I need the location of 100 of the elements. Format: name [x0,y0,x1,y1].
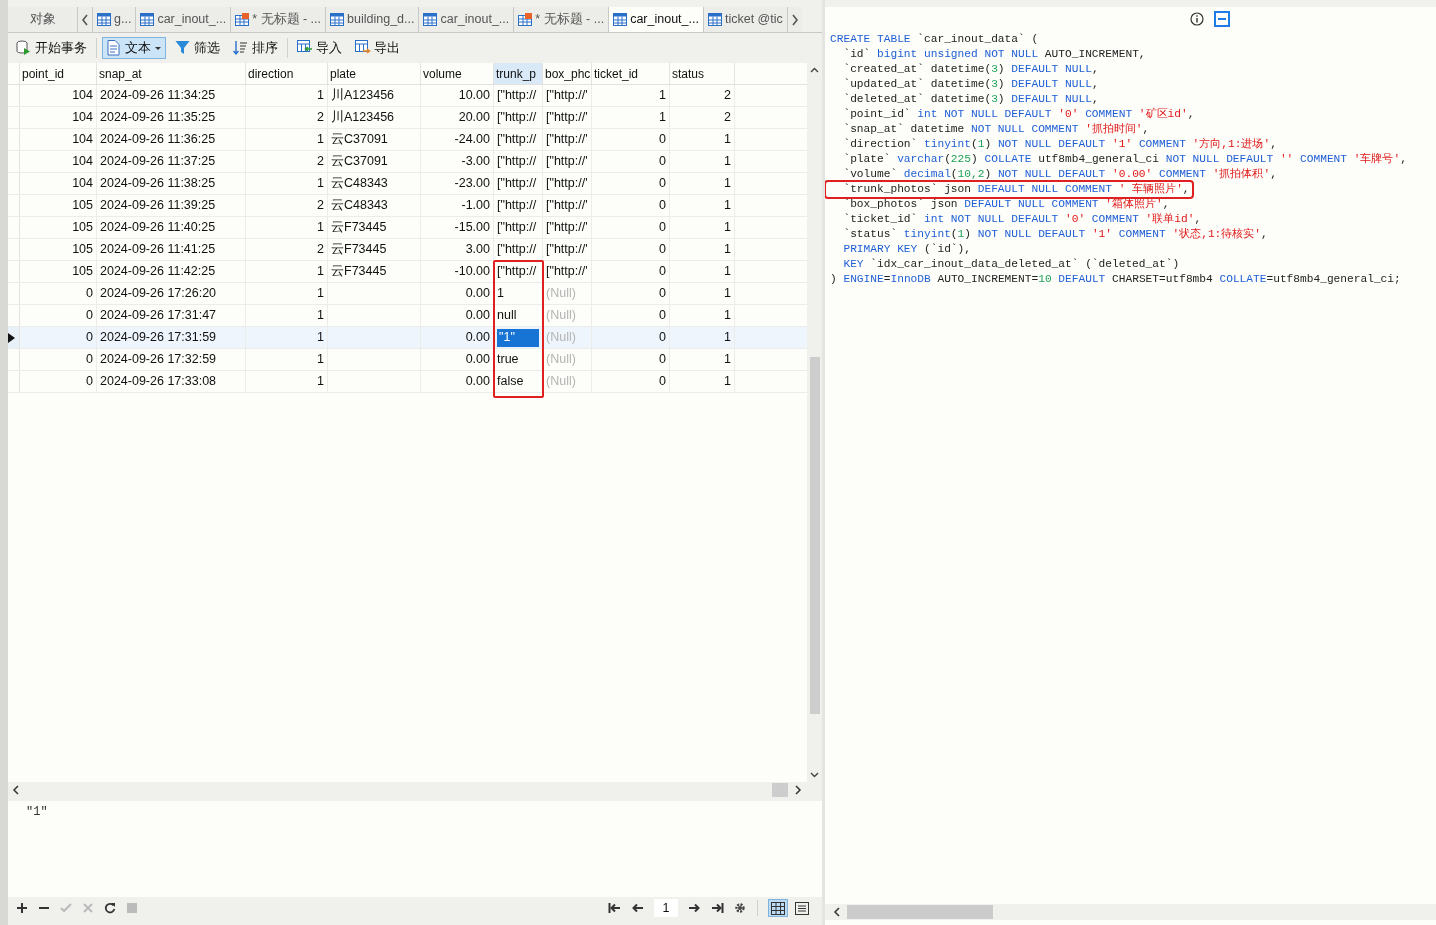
tab[interactable]: g... [93,7,137,32]
table-cell: 1 [246,283,328,304]
settings-icon[interactable] [734,902,747,914]
toolbar-button[interactable]: 导入 [293,37,346,59]
code-line: `snap_at` datetime NOT NULL COMMENT '抓拍时间', [842,122,1150,137]
tab[interactable]: 对象 [8,7,78,32]
table-cell: 2024-09-26 11:41:25 [97,239,246,260]
toolbar-button[interactable]: 导出 [351,37,404,59]
scroll-thumb[interactable] [809,357,820,714]
table-cell: 2024-09-26 11:36:25 [97,129,246,150]
scroll-right-icon[interactable] [794,785,802,795]
column-header[interactable]: plate [328,63,421,84]
last-page-icon[interactable] [711,902,724,914]
table-cell: 104 [20,151,97,172]
code-line: `ticket_id` int NOT NULL DEFAULT '0' COMMENT '联单id', [842,212,1202,227]
tab[interactable]: car_inout_... [419,7,515,32]
table-cell: 1 [246,261,328,282]
horizontal-scrollbar[interactable] [825,904,1436,920]
table-cell: 0 [20,371,97,392]
scroll-left-icon[interactable] [12,785,20,795]
page-number-field[interactable]: 1 [654,899,678,917]
table-cell: 云F73445 [328,261,421,282]
scroll-left-icon[interactable] [833,907,841,917]
table-cell: ["http:// [494,129,543,150]
toolbar-button[interactable]: 筛选 [171,37,224,59]
tab[interactable]: * 无标题 - ... [514,7,610,32]
table-icon [97,13,111,26]
table-cell: 1 [246,371,328,392]
scroll-thumb[interactable] [847,905,993,919]
toolbar-button[interactable]: 开始事务 [12,37,91,59]
toolbar-button[interactable]: 排序 [229,37,282,59]
next-page-icon[interactable] [688,902,701,914]
table-cell: 2024-09-26 11:39:25 [97,195,246,216]
tab[interactable]: * 无标题 - ... [231,7,327,32]
column-header[interactable]: box_phc [543,63,592,84]
column-header[interactable]: point_id [20,63,97,84]
table-cell: 0 [20,327,97,348]
table-cell: 1 [670,349,735,370]
chevron-right-icon [790,13,799,26]
table-cell: ["http:// [494,173,543,194]
table-cell: ["http://' [543,217,592,238]
table-cell: 1 [246,173,328,194]
info-icon[interactable] [1190,12,1204,26]
table-cell: 1 [246,305,328,326]
table-cell: 2024-09-26 17:33:08 [97,371,246,392]
table-cell: 0 [592,151,670,172]
column-header[interactable]: snap_at [97,63,246,84]
table-cell: 20.00 [421,107,494,128]
tab[interactable]: building_d... [326,7,420,32]
column-header[interactable]: direction [246,63,328,84]
column-header[interactable]: ticket_id [592,63,670,84]
table-cell: 105 [20,239,97,260]
first-page-icon[interactable] [608,902,621,914]
table-cell: 0 [592,239,670,260]
scroll-left-button[interactable] [78,7,93,32]
grid-icon [771,901,785,915]
table-cell: 云C37091 [328,151,421,172]
previous-page-icon[interactable] [631,902,644,914]
table-cell: -10.00 [421,261,494,282]
code-line: `created_at` datetime(3) DEFAULT NULL, [842,62,1099,77]
value-editor[interactable]: "1" [8,801,822,897]
table-cell: 川A123456 [328,85,421,106]
check-icon[interactable] [60,902,72,914]
tab[interactable]: car_inout_... [609,7,704,32]
table-cell: -1.00 [421,195,494,216]
table-cell: 1 [246,129,328,150]
tab[interactable]: car_inout_... [136,7,232,32]
table-cell: 0 [592,195,670,216]
code-line: `point_id` int NOT NULL DEFAULT '0' COMMENT '矿区id', [842,107,1195,122]
table-cell: 2024-09-26 17:26:20 [97,283,246,304]
table-cell: 0 [592,173,670,194]
code-line: `volume` decimal(10,2) NOT NULL DEFAULT '0.00' COMMENT '抓拍体积', [842,167,1277,182]
table-cell: 1 [670,327,735,348]
table-cell: 2 [670,107,735,128]
table-icon [613,13,628,26]
tab[interactable]: ticket @tic [703,7,788,32]
table-cell: 2024-09-26 11:40:25 [97,217,246,238]
table-cell: 104 [20,129,97,150]
table-cell: 1 [670,217,735,238]
table-cell: 105 [20,217,97,238]
table-cell: 0 [20,305,97,326]
form-view-button[interactable] [792,899,812,917]
table-cell: 1 [246,217,328,238]
query-icon [518,13,533,26]
code-line: `status` tinyint(1) NOT NULL DEFAULT '1' COMMENT '状态,1:待核实', [842,227,1268,242]
code-line: `id` bigint unsigned NOT NULL AUTO_INCREMENT, [842,47,1146,62]
code-line: PRIMARY KEY (`id`), [842,242,971,257]
refresh-icon[interactable] [104,902,116,914]
table-cell: 2024-09-26 11:42:25 [97,261,246,282]
toolbar-button[interactable]: 文本 [102,37,166,59]
table-cell: 0 [20,283,97,304]
table-cell: ["http:// [494,151,543,172]
table-cell: ["http://' [543,239,592,260]
column-header[interactable]: trunk_p [494,63,543,84]
table-cell: 云F73445 [328,217,421,238]
scroll-thumb[interactable] [772,783,788,797]
grid-view-button[interactable] [768,899,788,917]
add-icon[interactable] [16,902,28,914]
column-header[interactable]: status [670,63,735,84]
code-line: `deleted_at` datetime(3) DEFAULT NULL, [842,92,1099,107]
